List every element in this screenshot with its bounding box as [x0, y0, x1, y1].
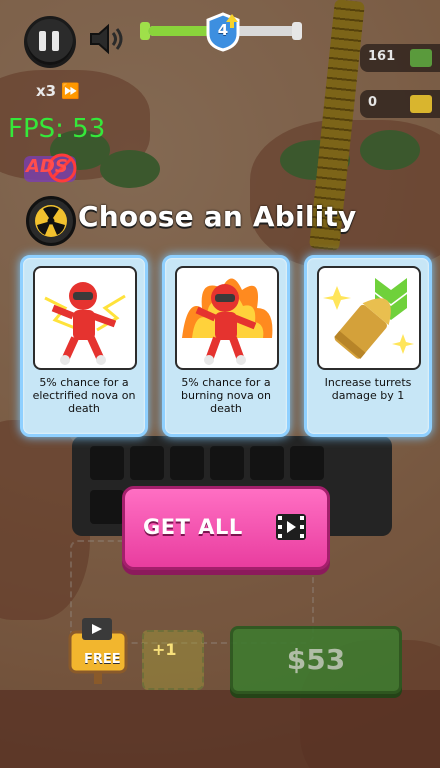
fast-forward-icon: [410, 95, 432, 113]
free-tv-sign-icon[interactable]: [66, 612, 130, 686]
ads-label: ADS: [26, 156, 68, 177]
nuke-icon: [26, 196, 76, 246]
ability-description: 5% chance for a electrified nova on deat…: [32, 376, 136, 415]
plus-one-label: +1: [152, 640, 177, 659]
speed-label: x3: [36, 82, 57, 100]
buy-turret-button[interactable]: $53: [230, 626, 402, 694]
currency-skip: 0: [360, 90, 440, 118]
pause-button[interactable]: [24, 16, 76, 68]
video-ad-icon: [276, 514, 306, 540]
skip-value: 0: [368, 95, 378, 110]
game-speed[interactable]: x3 ⏩: [36, 82, 80, 100]
fps-counter: FPS: 53: [8, 114, 106, 144]
electrified-character-icon: [33, 266, 137, 370]
fast-forward-icon: ⏩: [61, 82, 81, 100]
get-all-label: GET ALL: [143, 515, 243, 539]
cash-icon: [410, 49, 432, 67]
progress-cap-right: [292, 22, 302, 40]
level-number: 4: [217, 21, 229, 39]
free-label: FREE: [84, 652, 121, 667]
currency-cash: 161: [360, 44, 440, 72]
plus-one-slot[interactable]: [142, 630, 204, 690]
ability-description: 5% chance for a burning nova on death: [181, 376, 271, 415]
burning-character-icon: [175, 266, 279, 370]
no-ads-badge[interactable]: ADS: [22, 150, 78, 186]
get-all-button[interactable]: GET ALL: [122, 486, 330, 570]
ability-card-burning-nova[interactable]: 5% chance for a burning nova on death: [162, 255, 290, 437]
pause-icon: [52, 31, 59, 51]
bullet-upgrade-icon: [317, 266, 421, 370]
cash-value: 161: [368, 49, 396, 64]
speaker-icon[interactable]: [88, 22, 126, 56]
pause-icon: [39, 31, 46, 51]
modal-title: Choose an Ability: [78, 200, 357, 233]
ability-card-electrified-nova[interactable]: 5% chance for a electrified nova on deat…: [20, 255, 148, 437]
buy-price: $53: [286, 643, 346, 676]
ability-card-turret-damage[interactable]: Increase turrets damage by 1: [304, 255, 432, 437]
ability-description: Increase turrets damage by 1: [324, 376, 412, 402]
